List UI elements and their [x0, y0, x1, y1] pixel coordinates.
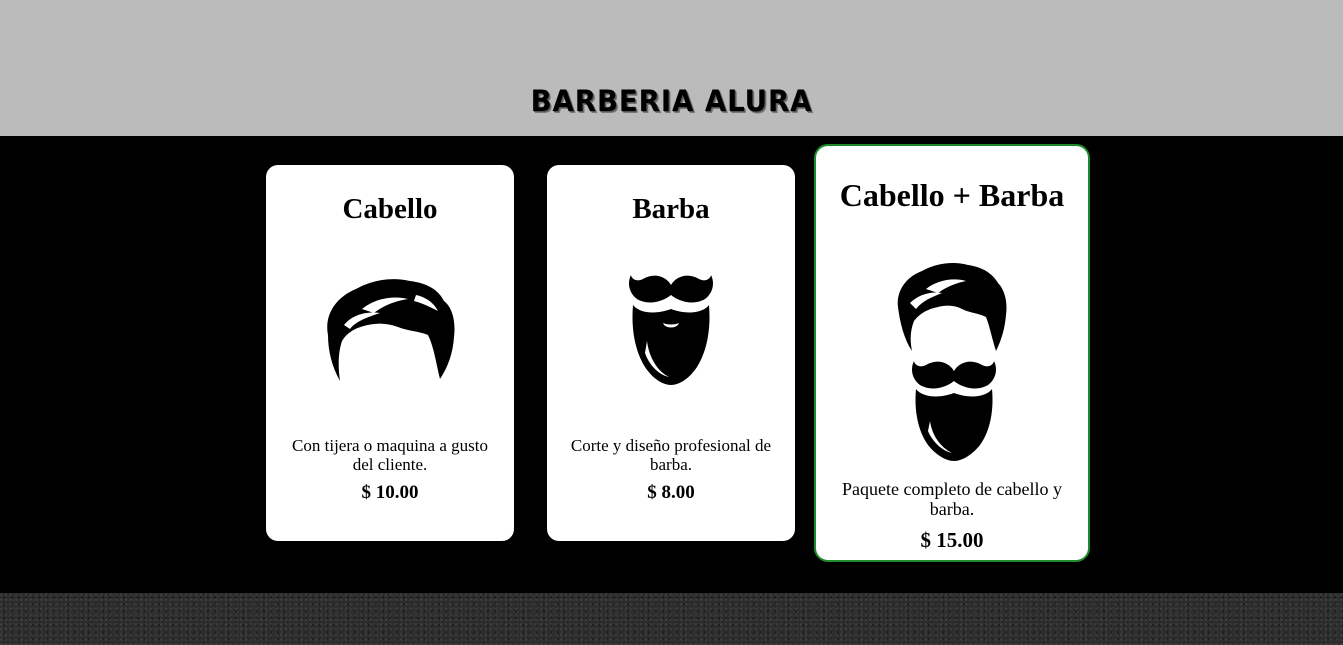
- brand-title: BARBERIA ALURA: [530, 84, 813, 118]
- service-card-cabello-barba: Cabello + Barba Paquete completo de cabe…: [814, 144, 1090, 562]
- service-card-barba: Barba Corte y diseño profesional de barb…: [547, 165, 795, 541]
- site-header: BARBERIA ALURA: [0, 0, 1343, 136]
- hair-icon: [327, 279, 455, 381]
- service-description: Paquete completo de cabello y barba.: [842, 479, 1062, 519]
- service-description: Con tijera o maquina a gusto del cliente…: [292, 436, 488, 474]
- service-title: Cabello + Barba: [839, 177, 1065, 213]
- site-footer: [0, 593, 1343, 645]
- service-price: $ 15.00: [920, 528, 984, 552]
- service-price: $ 10.00: [361, 482, 419, 503]
- service-title: Cabello: [342, 193, 438, 225]
- beard-icon: [629, 275, 713, 385]
- hair-and-beard-icon: [897, 263, 1007, 461]
- service-title: Barba: [632, 193, 710, 225]
- service-card-cabello: Cabello Con tijera o maquina a gusto del…: [266, 165, 514, 541]
- service-price: $ 8.00: [647, 482, 695, 503]
- service-description: Corte y diseño profesional de barba.: [570, 436, 772, 474]
